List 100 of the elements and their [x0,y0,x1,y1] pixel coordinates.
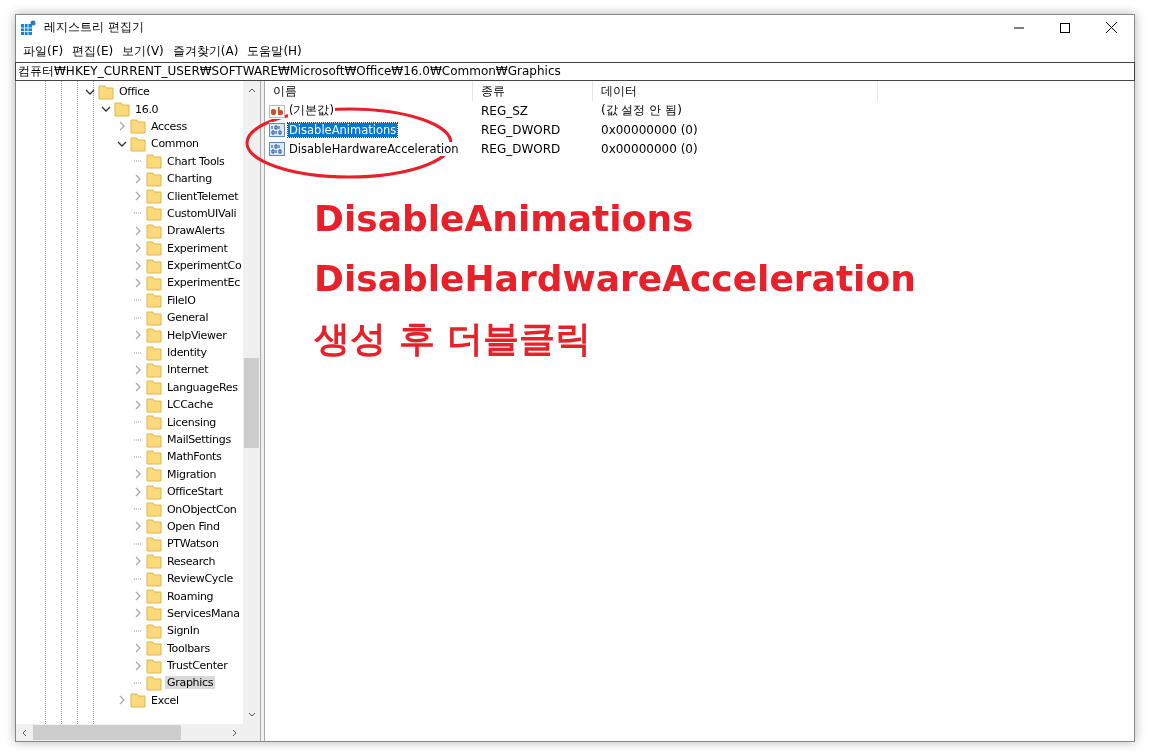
address-field[interactable]: 컴퓨터₩HKEY_CURRENT_USER₩SOFTWARE₩Microsoft₩Office₩16.0₩Common₩Graphics [15,62,1135,81]
tree-item[interactable]: Internet [16,361,243,379]
menu-item[interactable]: 보기(V) [120,41,171,61]
tree-item[interactable]: MailSettings [16,430,243,449]
string-value-icon [269,102,285,119]
tree-item[interactable]: HelpViewer [16,326,243,344]
folder-icon [146,396,162,413]
menu-item[interactable]: 즐겨찾기(A) [170,41,246,61]
value-name[interactable]: DisableHardwareAcceleration [288,141,460,156]
chevron-right-icon[interactable] [133,643,143,654]
folder-icon [146,518,162,535]
vertical-scrollbar[interactable] [243,81,260,724]
chevron-right-icon[interactable] [133,243,143,254]
chevron-right-icon[interactable] [133,260,143,271]
chevron-right-icon[interactable] [133,173,143,184]
tree-item[interactable]: Common [16,135,243,153]
menu-item[interactable]: 편집(E) [70,41,121,61]
tree-item[interactable]: Research [16,552,243,570]
binary-value-icon [269,140,285,157]
chevron-right-icon[interactable] [133,608,143,619]
tree-item[interactable]: Identity [16,343,243,362]
tree-line [134,455,142,458]
folder-icon [146,431,162,448]
tree-line [134,629,142,632]
folder-icon [146,344,162,361]
chevron-right-icon[interactable] [117,121,127,132]
tree-item[interactable]: DrawAlerts [16,222,243,240]
chevron-right-icon[interactable] [133,469,143,480]
chevron-right-icon[interactable] [133,521,143,532]
value-type: REG_DWORD [480,141,562,156]
tree-line [134,681,142,684]
tree-item[interactable]: OnObjectCon [16,500,243,518]
chevron-right-icon[interactable] [133,364,143,375]
column-header[interactable]: 데이터 [593,81,878,101]
chevron-right-icon[interactable] [133,399,143,410]
tree-item[interactable]: ServicesMana [16,604,243,623]
tree-item[interactable]: MathFonts [16,448,243,466]
menu-item[interactable]: 도움말(H) [245,41,309,61]
chevron-right-icon[interactable] [133,278,143,288]
tree-item[interactable]: PTWatson [16,535,243,553]
folder-icon [146,188,162,205]
tree-item[interactable]: LCCache [16,396,243,414]
column-header[interactable]: 종류 [473,81,593,101]
chevron-right-icon[interactable] [133,591,143,601]
tree-item[interactable]: Chart Tools [16,152,243,170]
close-icon [1105,22,1117,33]
value-name[interactable]: (기본값) [288,103,335,118]
folder-icon [146,640,162,657]
tree-item[interactable]: OfficeStart [16,483,243,501]
folder-icon [146,153,162,170]
value-name[interactable]: DisableAnimations [288,122,398,137]
tree-item[interactable]: Licensing [16,413,243,431]
tree-item[interactable]: Access [16,117,243,136]
tree-item[interactable]: General [16,309,243,327]
tree-item[interactable]: CustomUIVali [16,204,243,223]
scroll-thumb[interactable] [33,725,181,740]
tree-item[interactable]: Office [16,83,243,101]
tree-item[interactable]: Experiment [16,239,243,257]
annotation-text: 생성 후 더블클릭 [314,317,593,361]
tree-item[interactable]: ReviewCycle [16,569,243,588]
tree-item[interactable]: Open Find [16,517,243,536]
tree-item[interactable]: ExperimentCo [16,256,243,275]
folder-icon [146,414,162,431]
column-header[interactable]: 이름 [265,81,473,101]
chevron-right-icon[interactable] [133,382,143,393]
tree-item[interactable]: FileIO [16,291,243,310]
tree-item[interactable]: SignIn [16,622,243,640]
folder-icon [146,205,162,222]
tree-item[interactable]: 16.0 [16,100,243,118]
tree-item[interactable]: Migration [16,465,243,483]
tree-line [134,351,142,354]
tree-item[interactable]: Charting [16,169,243,188]
tree-item[interactable]: Graphics [16,674,243,692]
chevron-right-icon[interactable] [133,660,143,671]
tree-item[interactable]: LanguageRes [16,378,243,397]
tree-item[interactable]: ExperimentEc [16,274,243,292]
tree-line [134,508,142,511]
chevron-right-icon[interactable] [117,695,127,706]
menu-item[interactable]: 파일(F) [21,41,71,61]
folder-icon [130,118,146,135]
folder-icon [146,588,162,604]
tree-item[interactable]: Toolbars [16,639,243,657]
scroll-thumb[interactable] [244,357,259,448]
value-data: 0x00000000 (0) [600,122,699,137]
horizontal-scrollbar[interactable] [16,724,260,741]
folder-icon [146,570,162,587]
chevron-right-icon[interactable] [133,330,143,341]
tree-line [134,577,142,580]
window-title: 레지스트리 편집기 [44,19,145,36]
folder-icon [146,379,162,396]
tree-item[interactable]: Roaming [16,587,243,605]
tree-item[interactable]: ClientTelemet [16,187,243,205]
folder-icon [146,275,162,291]
chevron-right-icon[interactable] [133,191,143,202]
tree-item[interactable]: Excel [16,691,243,710]
chevron-right-icon[interactable] [133,225,143,236]
chevron-right-icon[interactable] [133,556,143,567]
chevron-right-icon[interactable] [133,486,143,497]
tree-item[interactable]: TrustCenter [16,656,243,675]
folder-icon [146,170,162,187]
